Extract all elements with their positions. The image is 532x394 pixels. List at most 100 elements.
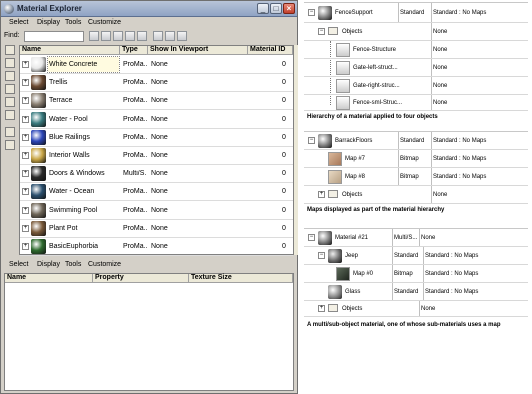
material-name[interactable]: Plant Pot: [48, 221, 119, 236]
material-name[interactable]: Swimming Pool: [48, 203, 119, 218]
select-none-icon[interactable]: [101, 31, 111, 41]
title-bar[interactable]: Material Explorer _ □ ×: [1, 1, 297, 17]
show-in-viewport[interactable]: None: [151, 97, 168, 104]
expand-icon[interactable]: +: [22, 224, 29, 232]
tree-row[interactable]: − Jeep Standard Standard : No Maps: [304, 247, 528, 265]
select-invert-icon[interactable]: [113, 31, 123, 41]
filter-icon[interactable]: [165, 31, 175, 41]
expand-icon[interactable]: +: [22, 243, 29, 250]
display-maps-icon[interactable]: [5, 58, 15, 68]
col-type[interactable]: Type: [120, 46, 148, 55]
tree-row[interactable]: Map #8 Bitmap Standard : No Maps: [304, 168, 528, 186]
grid-scrollbar[interactable]: [294, 45, 298, 255]
lock-icon[interactable]: [153, 31, 163, 41]
material-row[interactable]: + Plant Pot ProMa... None 0: [20, 220, 293, 238]
show-in-viewport[interactable]: None: [151, 152, 168, 159]
menu-display[interactable]: Display: [37, 19, 60, 26]
expand-icon[interactable]: +: [22, 206, 29, 214]
material-row[interactable]: + White Concrete ProMa... None 0: [20, 56, 293, 74]
expand-icon[interactable]: +: [22, 170, 29, 178]
filter-icon[interactable]: [5, 140, 15, 150]
col-texture-size[interactable]: Texture Size: [189, 274, 293, 283]
tree-row[interactable]: Fence-Structure None: [304, 41, 528, 59]
collapse-icon[interactable]: −: [308, 137, 315, 144]
tree-row[interactable]: Map #0 Bitmap Standard : No Maps: [304, 265, 528, 283]
expand-icon[interactable]: +: [22, 79, 29, 87]
tree-row[interactable]: − FenceSupport Standard Standard : No Ma…: [304, 3, 528, 23]
expand-icon[interactable]: +: [318, 305, 325, 312]
expand-icon[interactable]: +: [22, 115, 29, 123]
tree-row[interactable]: − Material #21 Multi/S... None: [304, 229, 528, 247]
col-name[interactable]: Name: [5, 274, 93, 283]
material-row[interactable]: + Water - Pool ProMa... None 0: [20, 111, 293, 129]
material-name[interactable]: Interior Walls: [48, 148, 119, 163]
col-show-in-viewport[interactable]: Show In Viewport: [148, 46, 248, 55]
material-row[interactable]: + Blue Railings ProMa... None 0: [20, 129, 293, 147]
material-row[interactable]: + Water - Ocean ProMa... None 0: [20, 183, 293, 202]
material-row[interactable]: + Swimming Pool ProMa... None 0: [20, 202, 293, 220]
show-in-viewport[interactable]: None: [151, 79, 168, 86]
lower-menu-display[interactable]: Display: [37, 261, 60, 268]
show-in-viewport[interactable]: None: [151, 170, 168, 177]
display-submaterials-icon[interactable]: [5, 84, 15, 94]
material-name[interactable]: Doors & Windows: [48, 166, 119, 181]
expand-icon[interactable]: +: [22, 133, 29, 141]
material-name[interactable]: White Concrete: [47, 56, 120, 73]
show-all-icon[interactable]: [5, 127, 15, 137]
material-row[interactable]: + BasicEuphorbia ProMa... None 0: [20, 238, 293, 256]
material-name[interactable]: Water - Ocean: [48, 184, 119, 199]
tree-row[interactable]: − Objects None: [304, 23, 528, 41]
tree-row[interactable]: Map #7 Bitmap Standard : No Maps: [304, 150, 528, 168]
display-icon[interactable]: [137, 31, 147, 41]
minimize-button[interactable]: _: [257, 3, 269, 14]
material-name[interactable]: Trellis: [48, 75, 119, 90]
options-icon[interactable]: [177, 31, 187, 41]
expand-icon[interactable]: +: [318, 191, 325, 198]
material-name[interactable]: Terrace: [48, 93, 119, 108]
collapse-icon[interactable]: −: [318, 28, 325, 35]
col-name[interactable]: Name: [20, 46, 120, 55]
show-in-viewport[interactable]: None: [151, 243, 168, 250]
lower-menu-customize[interactable]: Customize: [88, 261, 121, 268]
collapse-icon[interactable]: −: [308, 9, 315, 16]
material-row[interactable]: + Trellis ProMa... None 0: [20, 74, 293, 93]
show-in-viewport[interactable]: None: [151, 188, 168, 195]
close-button[interactable]: ×: [283, 3, 295, 14]
show-in-viewport[interactable]: None: [151, 116, 168, 123]
tree-row[interactable]: Gate-right-struc... None: [304, 77, 528, 95]
display-objects-icon[interactable]: [5, 71, 15, 81]
tree-row[interactable]: + Objects None: [304, 301, 528, 317]
sync-icon[interactable]: [125, 31, 135, 41]
tree-row[interactable]: Fence-sml-Struc... None: [304, 95, 528, 111]
show-in-viewport[interactable]: None: [151, 61, 168, 68]
material-row[interactable]: + Doors & Windows Multi/S... None 0: [20, 165, 293, 184]
menu-tools[interactable]: Tools: [65, 19, 81, 26]
material-name[interactable]: Water - Pool: [48, 112, 119, 127]
expand-icon[interactable]: +: [22, 152, 29, 159]
collapse-icon[interactable]: −: [308, 234, 315, 241]
display-materials-icon[interactable]: [5, 45, 15, 55]
tree-row[interactable]: − BarrackFloors Standard Standard : No M…: [304, 132, 528, 150]
tree-row[interactable]: + Objects None: [304, 186, 528, 204]
find-input[interactable]: [24, 31, 84, 42]
collapse-icon[interactable]: −: [318, 252, 325, 259]
display-unused-maps-icon[interactable]: [5, 97, 15, 107]
lower-menu-select[interactable]: Select: [9, 261, 28, 268]
material-row[interactable]: + Terrace ProMa... None 0: [20, 92, 293, 111]
col-material-id[interactable]: Material ID: [248, 46, 293, 55]
expand-icon[interactable]: +: [22, 61, 29, 68]
expand-icon[interactable]: +: [22, 97, 29, 105]
menu-select[interactable]: Select: [9, 19, 28, 26]
show-in-viewport[interactable]: None: [151, 207, 168, 214]
material-name[interactable]: BasicEuphorbia: [48, 239, 119, 254]
col-property[interactable]: Property: [93, 274, 189, 283]
tree-row[interactable]: Glass Standard Standard : No Maps: [304, 283, 528, 301]
show-in-viewport[interactable]: None: [151, 134, 168, 141]
show-in-viewport[interactable]: None: [151, 225, 168, 232]
lower-menu-tools[interactable]: Tools: [65, 261, 81, 268]
expand-icon[interactable]: +: [22, 188, 29, 196]
select-all-icon[interactable]: [89, 31, 99, 41]
material-row[interactable]: + Interior Walls ProMa... None 0: [20, 147, 293, 165]
maximize-button[interactable]: □: [270, 3, 282, 14]
menu-customize[interactable]: Customize: [88, 19, 121, 26]
